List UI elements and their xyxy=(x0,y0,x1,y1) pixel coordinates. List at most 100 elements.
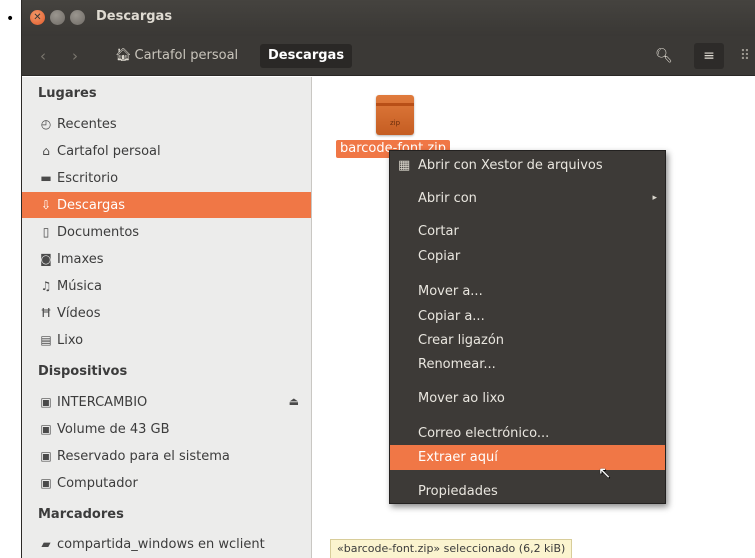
sidebar-item-cartafol-persoal[interactable]: ⌂ Cartafol persoal xyxy=(22,138,311,164)
menu-item-label: Copiar a... xyxy=(418,309,485,324)
drive-icon: ▣ xyxy=(40,476,52,490)
menu-item-extraer-aqui[interactable]: Extraer aquí xyxy=(390,445,665,470)
menu-item-label: Renomear... xyxy=(418,357,496,372)
chevron-right-icon: › xyxy=(72,47,78,65)
back-button[interactable]: ‹ xyxy=(30,45,56,67)
sidebar-item-escritorio[interactable]: ▬ Escritorio xyxy=(22,165,311,191)
menu-item-abrir-con[interactable]: Abrir con ▸ xyxy=(390,186,665,211)
menu-item-label: Crear ligazón xyxy=(418,333,505,348)
list-bullet: • xyxy=(6,11,15,27)
drive-icon: ▣ xyxy=(40,449,52,463)
sidebar-section-marcadores: Marcadores xyxy=(38,507,124,522)
menu-item-mover-a[interactable]: Mover a... xyxy=(390,279,665,304)
sidebar-item-label: compartida_windows en wclient xyxy=(57,537,265,552)
zip-type-label: zip xyxy=(389,119,401,127)
list-icon: ≡ xyxy=(703,48,715,64)
menu-item-label: Mover a... xyxy=(418,284,483,299)
sidebar-item-label: Computador xyxy=(57,476,138,491)
menu-item-label: Propiedades xyxy=(418,484,498,499)
menu-item-renomear[interactable]: Renomear... xyxy=(390,352,665,377)
sidebar-item-label: Lixo xyxy=(57,333,84,348)
menu-item-label: Mover ao lixo xyxy=(418,391,505,406)
window-title: Descargas xyxy=(96,9,173,24)
minimize-window-button[interactable] xyxy=(50,10,65,25)
sidebar-item-label: Descargas xyxy=(57,198,126,213)
list-view-button[interactable]: ≡ xyxy=(694,43,724,69)
chevron-left-icon: ‹ xyxy=(40,47,46,65)
sidebar-item-volume-43gb[interactable]: ▣ Volume de 43 GB xyxy=(22,416,311,442)
zip-file-icon[interactable]: zip xyxy=(376,95,414,135)
sidebar-item-lixo[interactable]: ▤ Lixo xyxy=(22,327,311,353)
menu-item-label: Copiar xyxy=(418,249,461,264)
menu-item-label: Cortar xyxy=(418,224,459,239)
mouse-pointer-icon: ↖ xyxy=(598,463,612,482)
breadcrumb-home[interactable]: 🏠︎ Cartafol persoal xyxy=(109,44,244,68)
menu-item-abrir-xestor[interactable]: ▦ Abrir con Xestor de arquivos xyxy=(390,153,665,178)
sidebar-item-descargas[interactable]: ⇩ Descargas xyxy=(22,192,311,218)
clock-icon: ◴ xyxy=(40,117,52,131)
sidebar-item-label: Cartafol persoal xyxy=(57,144,161,159)
sidebar-item-label: Documentos xyxy=(57,225,140,240)
forward-button[interactable]: › xyxy=(62,45,88,67)
menu-item-copiar[interactable]: Copiar xyxy=(390,244,665,269)
sidebar-item-recentes[interactable]: ◴ Recentes xyxy=(22,111,311,137)
grid-view-button[interactable]: ⠿ xyxy=(730,43,755,69)
menu-item-cortar[interactable]: Cortar xyxy=(390,219,665,244)
sidebar: Lugares ◴ Recentes ⌂ Cartafol persoal ▬ Esc… xyxy=(22,77,312,558)
close-window-button[interactable]: ✕ xyxy=(30,10,45,25)
archive-manager-icon: ▦ xyxy=(398,158,411,173)
music-icon: ♫ xyxy=(40,279,52,293)
close-icon: ✕ xyxy=(33,12,42,23)
toolbar: ‹ › 🏠︎ Cartafol persoal Descargas 🔍︎ ≡ ⠿ xyxy=(22,36,755,76)
grid-icon: ⠿ xyxy=(739,48,751,64)
search-icon: 🔍︎ xyxy=(655,48,673,64)
menu-item-propiedades[interactable]: Propiedades xyxy=(390,479,665,504)
camera-icon: ◙ xyxy=(40,252,52,266)
drive-icon: ▣ xyxy=(40,395,52,409)
sidebar-item-computador[interactable]: ▣ Computador xyxy=(22,470,311,496)
sidebar-item-label: Música xyxy=(57,279,102,294)
menu-item-mover-lixo[interactable]: Mover ao lixo xyxy=(390,386,665,411)
search-button[interactable]: 🔍︎ xyxy=(649,43,679,69)
eject-icon[interactable]: ⏏ xyxy=(289,389,299,415)
sidebar-item-label: Reservado para el sistema xyxy=(57,449,230,464)
sidebar-section-dispositivos: Dispositivos xyxy=(38,364,128,379)
sidebar-item-label: INTERCAMBIO xyxy=(57,395,148,410)
status-bar: «barcode-font.zip» seleccionado (6,2 kiB… xyxy=(330,539,573,558)
sidebar-item-reservado-sistema[interactable]: ▣ Reservado para el sistema xyxy=(22,443,311,469)
maximize-window-button[interactable] xyxy=(70,10,85,25)
document-icon: ▯ xyxy=(42,225,50,239)
menu-item-copiar-a[interactable]: Copiar a... xyxy=(390,304,665,329)
sidebar-item-label: Recentes xyxy=(57,117,117,132)
menu-item-label: Abrir con xyxy=(418,191,477,206)
sidebar-item-musica[interactable]: ♫ Música xyxy=(22,273,311,299)
network-folder-icon: ▰ xyxy=(41,537,51,551)
home-icon: ⌂ xyxy=(42,144,50,158)
drive-icon: ▣ xyxy=(40,422,52,436)
sidebar-item-label: Escritorio xyxy=(57,171,119,186)
submenu-arrow-icon: ▸ xyxy=(652,193,657,203)
download-icon: ⇩ xyxy=(40,198,52,212)
folder-icon: ▬ xyxy=(40,171,52,185)
menu-item-correo[interactable]: Correo electrónico... xyxy=(390,421,665,446)
menu-item-crear-ligazon[interactable]: Crear ligazón xyxy=(390,328,665,353)
sidebar-section-lugares: Lugares xyxy=(38,86,97,101)
sidebar-item-documentos[interactable]: ▯ Documentos xyxy=(22,219,311,245)
trash-icon: ▤ xyxy=(40,333,52,347)
sidebar-item-intercambio[interactable]: ▣ INTERCAMBIO ⏏ xyxy=(22,389,311,415)
sidebar-item-label: Volume de 43 GB xyxy=(57,422,170,437)
film-icon: Ħ xyxy=(40,306,52,320)
context-menu: ▦ Abrir con Xestor de arquivos Abrir con ▸… xyxy=(389,150,666,504)
sidebar-item-compartida-windows[interactable]: ▰ compartida_windows en wclient xyxy=(22,531,311,557)
menu-item-label: Extraer aquí xyxy=(418,450,498,465)
menu-item-label: Abrir con Xestor de arquivos xyxy=(418,158,603,173)
home-icon: 🏠︎ xyxy=(115,48,132,63)
zip-band xyxy=(376,103,414,106)
sidebar-item-imaxes[interactable]: ◙ Imaxes xyxy=(22,246,311,272)
sidebar-item-videos[interactable]: Ħ Vídeos xyxy=(22,300,311,326)
title-bar: ✕ Descargas xyxy=(22,0,755,36)
sidebar-item-label: Imaxes xyxy=(57,252,104,267)
sidebar-item-label: Vídeos xyxy=(57,306,101,321)
breadcrumb-current[interactable]: Descargas xyxy=(260,44,353,68)
breadcrumb-home-label: Cartafol persoal xyxy=(134,48,239,63)
